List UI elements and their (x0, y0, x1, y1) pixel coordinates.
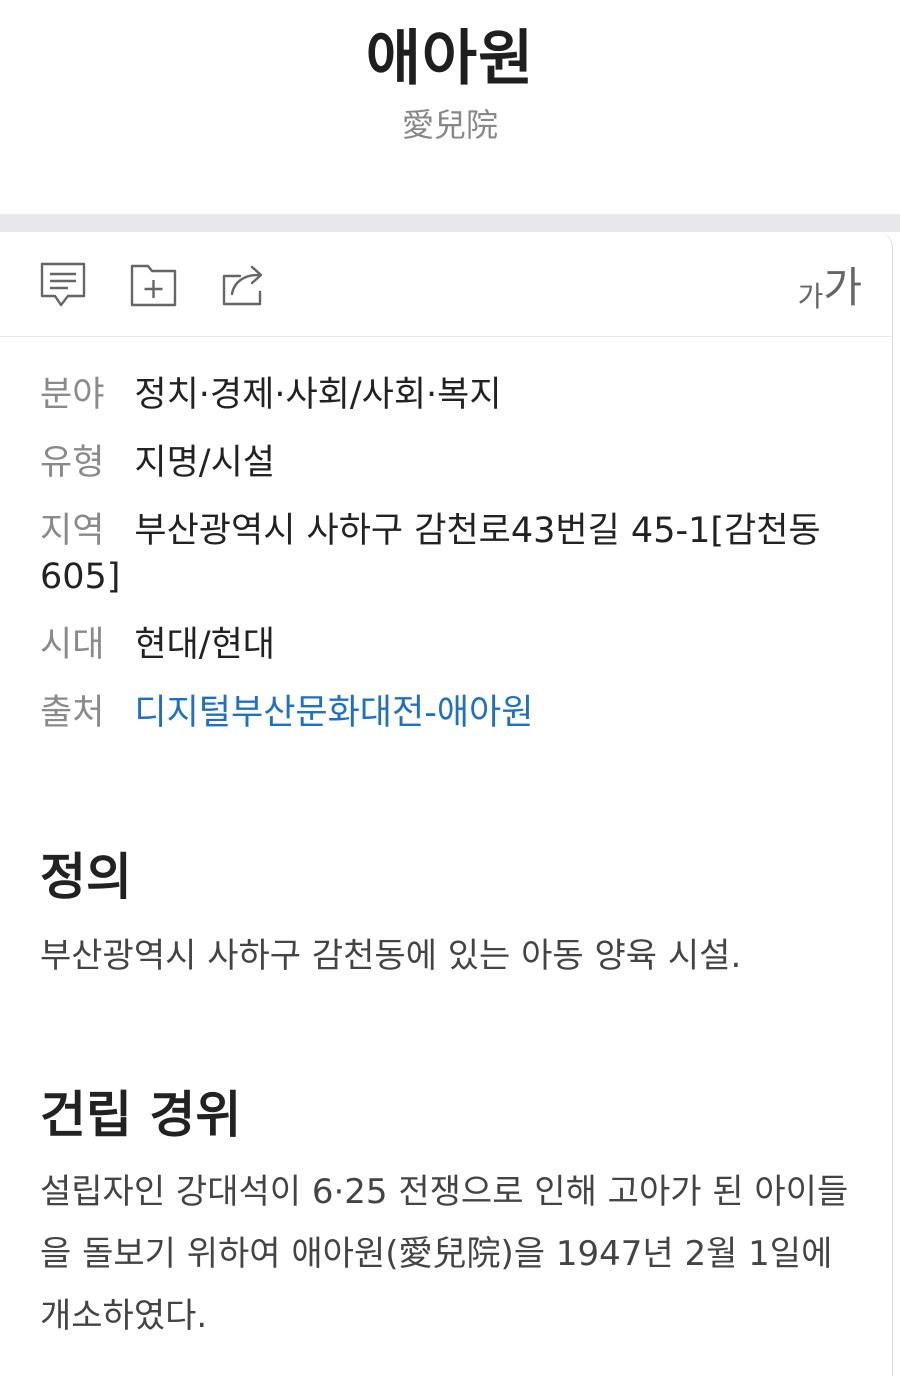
font-size-small-label: 가 (797, 280, 824, 313)
info-label: 시대 (40, 625, 105, 665)
toolbar: 가가 (0, 232, 892, 337)
info-row-era: 시대 현대/현대 (40, 622, 830, 668)
entry-header: 애아원 愛兒院 (0, 0, 900, 214)
definition-text: 부산광역시 사하구 감천동에 있는 아동 양육 시설. (40, 936, 742, 976)
info-label: 분야 (40, 375, 105, 415)
divider-band (0, 214, 900, 232)
info-row-region: 지역 부산광역시 사하구 감천로43번길 45-1[감천동 605] (40, 508, 830, 600)
add-folder-icon[interactable] (128, 258, 180, 310)
info-value: 부산광역시 사하구 감천로43번길 45-1[감천동 605] (40, 511, 821, 597)
comment-icon[interactable] (38, 258, 90, 310)
source-link[interactable]: 디지털부산문화대전-애아원 (134, 693, 533, 733)
history-heading: 건립 경위 (40, 1086, 242, 1144)
share-icon[interactable] (220, 258, 272, 310)
entry-hanja: 愛兒院 (401, 106, 498, 144)
font-size-large-label: 가 (823, 263, 862, 312)
content-card: 가가 분야 정치·경제·사회/사회·복지 유형 지명/시설 지역 부산광역시 사하구 … (0, 232, 893, 1376)
font-size-button[interactable]: 가가 (797, 254, 862, 313)
entry-title: 애아원 (365, 24, 535, 94)
definition-heading: 정의 (40, 848, 132, 906)
info-label: 출처 (40, 693, 105, 733)
info-value: 현대/현대 (134, 625, 275, 665)
page: 애아원 愛兒院 가가 분야 정치·경제·사회/사회·복지 유형 지명/시설 지역… (0, 0, 900, 1376)
info-row-field: 분야 정치·경제·사회/사회·복지 (40, 372, 830, 418)
info-list: 분야 정치·경제·사회/사회·복지 유형 지명/시설 지역 부산광역시 사하구 감천로… (40, 372, 830, 758)
info-value: 지명/시설 (134, 443, 275, 483)
info-label: 지역 (40, 511, 105, 551)
info-row-source: 출처 디지털부산문화대전-애아원 (40, 690, 830, 736)
history-text: 설립자인 강대석이 6·25 전쟁으로 인해 고아가 된 아이들을 돌보기 위하… (40, 1172, 849, 1336)
info-row-type: 유형 지명/시설 (40, 440, 830, 486)
info-label: 유형 (40, 443, 105, 483)
info-value: 정치·경제·사회/사회·복지 (134, 375, 502, 415)
